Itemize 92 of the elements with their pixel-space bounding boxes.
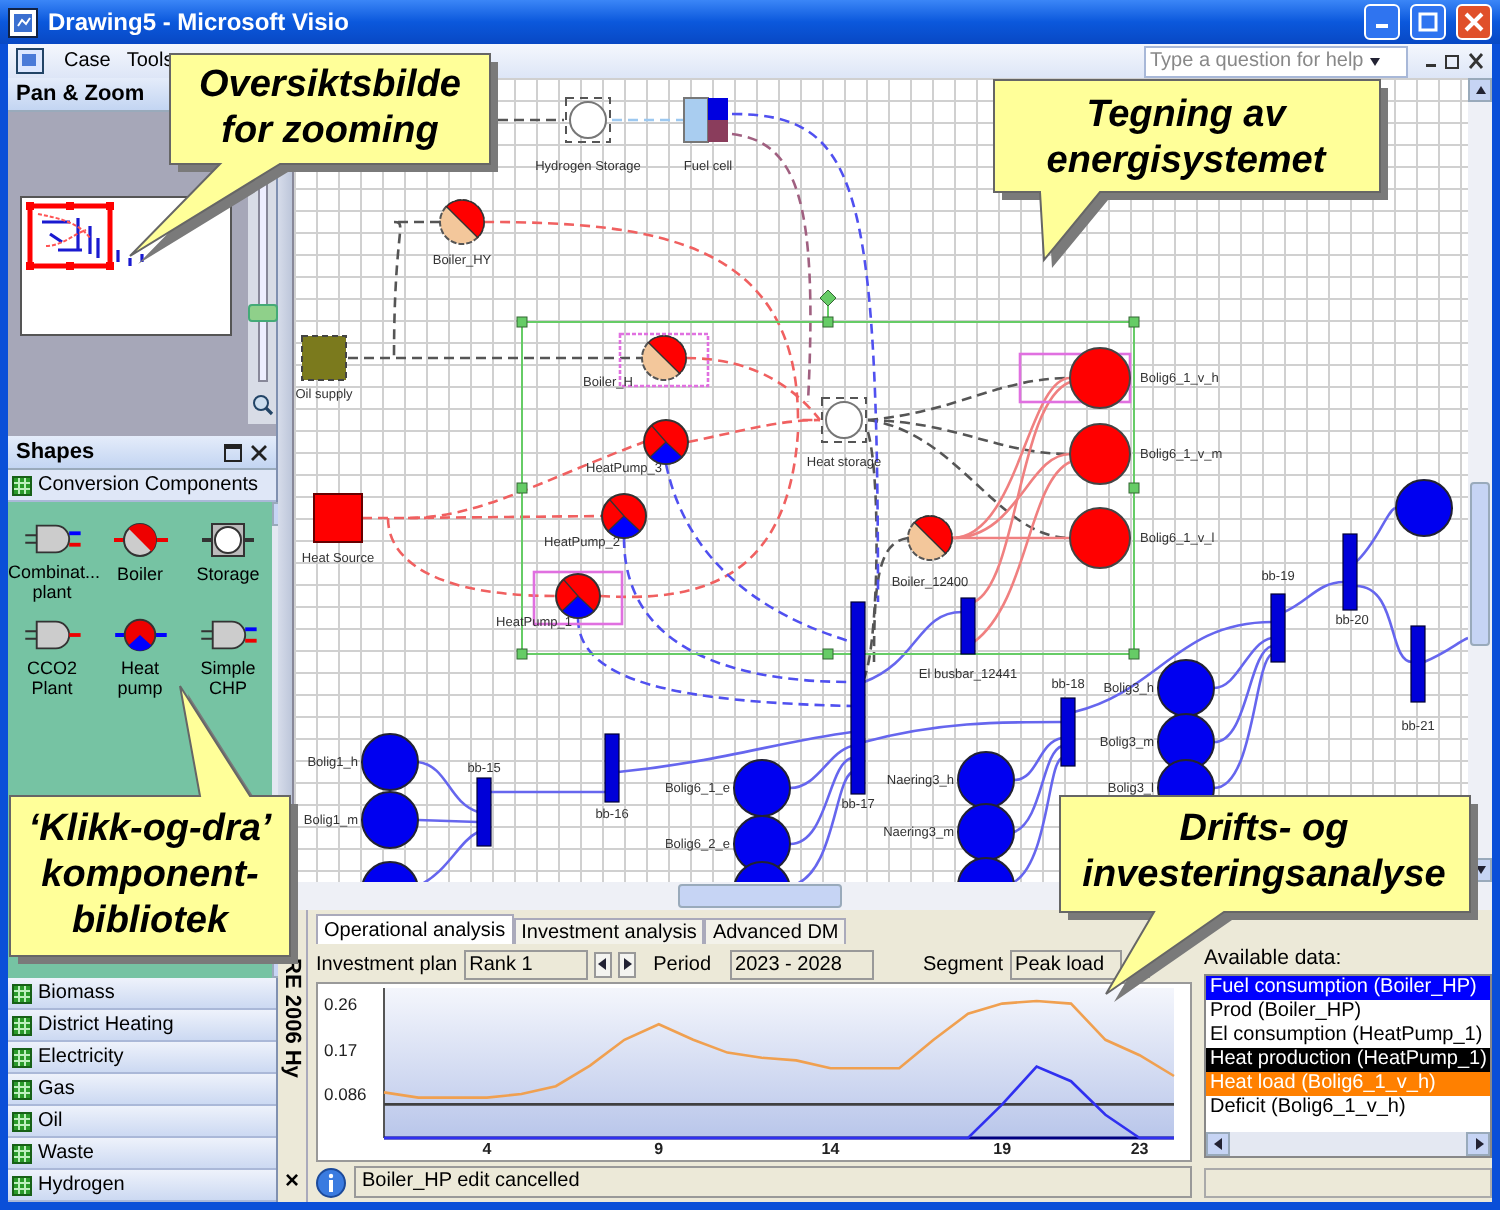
stencil-icon bbox=[12, 1111, 32, 1131]
plan-field[interactable]: Rank 1 bbox=[463, 949, 588, 979]
shape-label: CCO2 Plant bbox=[24, 658, 79, 698]
close-icon[interactable] bbox=[250, 443, 268, 461]
scrollbar-thumb[interactable] bbox=[1470, 482, 1490, 646]
tab[interactable]: Operational analysis bbox=[316, 914, 514, 944]
y-tick-label: 0.26 bbox=[324, 993, 358, 1014]
close-button[interactable] bbox=[1456, 4, 1492, 40]
previous-button[interactable] bbox=[593, 951, 612, 977]
heat-demand-node bbox=[1069, 347, 1131, 409]
storage-icon bbox=[196, 518, 260, 562]
caret-left-icon bbox=[1213, 1138, 1223, 1150]
shape-label: Simple CHP bbox=[198, 658, 258, 698]
list-item[interactable]: Prod (Boiler_HP) bbox=[1206, 1000, 1491, 1024]
connector-line bbox=[612, 118, 684, 122]
stencil-header[interactable]: Waste bbox=[8, 1138, 276, 1170]
stencil-icon bbox=[12, 1175, 32, 1195]
close-button[interactable]: × bbox=[284, 1166, 299, 1194]
overview-thumbnail[interactable] bbox=[20, 196, 232, 336]
tab[interactable]: Advanced DM bbox=[704, 918, 847, 944]
field-label: Period bbox=[653, 953, 712, 975]
list-item[interactable]: Deficit (Bolig6_1_v_h) bbox=[1206, 1096, 1491, 1120]
tab[interactable]: Investment analysis bbox=[513, 918, 705, 944]
list-item[interactable]: Heat production (HeatPump_1) bbox=[1206, 1048, 1491, 1072]
field-label: Segment bbox=[923, 953, 1004, 975]
stencil-header[interactable]: Hydrogen bbox=[8, 1170, 276, 1202]
connector-line bbox=[498, 118, 564, 122]
minimize-button[interactable] bbox=[1364, 4, 1400, 40]
caret-down-icon bbox=[1370, 55, 1380, 67]
shape-label: Combinat... plant bbox=[8, 562, 96, 602]
stencil-header[interactable]: Oil bbox=[8, 1106, 276, 1138]
scrollbar[interactable] bbox=[1206, 1132, 1491, 1156]
connector-line bbox=[417, 818, 479, 824]
connector-line bbox=[1423, 636, 1468, 664]
help-search-field[interactable]: Type a question for help bbox=[1144, 45, 1408, 77]
field-label: Investment plan bbox=[316, 953, 458, 975]
caret-left-icon bbox=[597, 958, 608, 970]
connector-line bbox=[490, 790, 606, 794]
caret-right-icon bbox=[1473, 1138, 1484, 1150]
x-tick-label: 19 bbox=[993, 1140, 1012, 1156]
x-tick-label: 23 bbox=[1130, 1140, 1149, 1156]
next-button[interactable] bbox=[617, 951, 636, 977]
maximize-icon bbox=[1418, 12, 1438, 32]
x-tick-label: 14 bbox=[821, 1140, 840, 1156]
shape-label: Heat pump bbox=[115, 658, 165, 698]
stencil-header[interactable]: Biomass bbox=[8, 978, 276, 1010]
list-label: Available data: bbox=[1204, 946, 1344, 974]
stencil-icon bbox=[12, 983, 32, 1003]
zoom-icon[interactable] bbox=[251, 394, 273, 416]
y-tick-label: 0.086 bbox=[324, 1083, 367, 1104]
tooltip-text: Oversiktsbilde for zooming bbox=[199, 62, 461, 154]
app-icon bbox=[8, 7, 38, 37]
menu-item[interactable]: Case bbox=[64, 50, 111, 72]
tooltip-text: Drifts- og investeringsanalyse bbox=[1082, 806, 1446, 898]
stencil-header[interactable]: Conversion Components bbox=[8, 470, 276, 502]
status-message: Boiler_HP edit cancelled bbox=[354, 1166, 1192, 1198]
info-icon bbox=[316, 1167, 346, 1197]
panel-title: Shapes bbox=[16, 440, 97, 464]
tooltip-text: ‘Klikk-og-dra’ komponent- bibliotek bbox=[28, 806, 272, 944]
document-icon[interactable] bbox=[16, 47, 48, 75]
connector-line bbox=[1283, 580, 1345, 614]
boiler-node bbox=[641, 335, 687, 381]
x-tick-label: 4 bbox=[482, 1140, 492, 1156]
x-tick-label: 9 bbox=[654, 1140, 664, 1156]
stencil-header[interactable]: District Heating bbox=[8, 1010, 276, 1042]
period-field[interactable]: 2023 - 2028 bbox=[729, 949, 874, 979]
maximize-button[interactable] bbox=[1410, 4, 1446, 40]
stencil-icon bbox=[12, 475, 32, 495]
list-item[interactable]: Fuel consumption (Boiler_HP) bbox=[1206, 976, 1491, 1000]
close-icon bbox=[1464, 12, 1484, 32]
stencil-icon bbox=[12, 1047, 32, 1067]
caret-right-icon bbox=[621, 958, 632, 970]
stencil-icon bbox=[12, 1079, 32, 1099]
stencil-header[interactable]: Gas bbox=[8, 1074, 276, 1106]
shape-label: Storage bbox=[194, 564, 262, 584]
scrollbar[interactable] bbox=[1468, 78, 1492, 882]
tooltip-text: Tegning av energisystemet bbox=[1046, 92, 1326, 184]
stencil-icon bbox=[12, 1015, 32, 1035]
caret-up-icon bbox=[1475, 84, 1485, 96]
y-tick-label: 0.17 bbox=[324, 1040, 358, 1061]
zoom-slider-thumb[interactable] bbox=[247, 304, 277, 323]
window-title: Drawing5 - Microsoft Visio bbox=[48, 8, 351, 36]
list-item[interactable]: El consumption (HeatPump_1) bbox=[1206, 1024, 1491, 1048]
restore-icon[interactable] bbox=[224, 443, 242, 461]
segment-field[interactable]: Peak load bbox=[1009, 949, 1122, 979]
heat-pump-node bbox=[555, 573, 601, 619]
stencil-header[interactable]: Electricity bbox=[8, 1042, 276, 1074]
connector-line bbox=[1355, 506, 1397, 563]
window-controls-icon[interactable] bbox=[1424, 52, 1484, 70]
boiler-icon bbox=[108, 518, 172, 562]
shape-label: Boiler bbox=[114, 564, 165, 584]
stencil-icon bbox=[12, 1143, 32, 1163]
